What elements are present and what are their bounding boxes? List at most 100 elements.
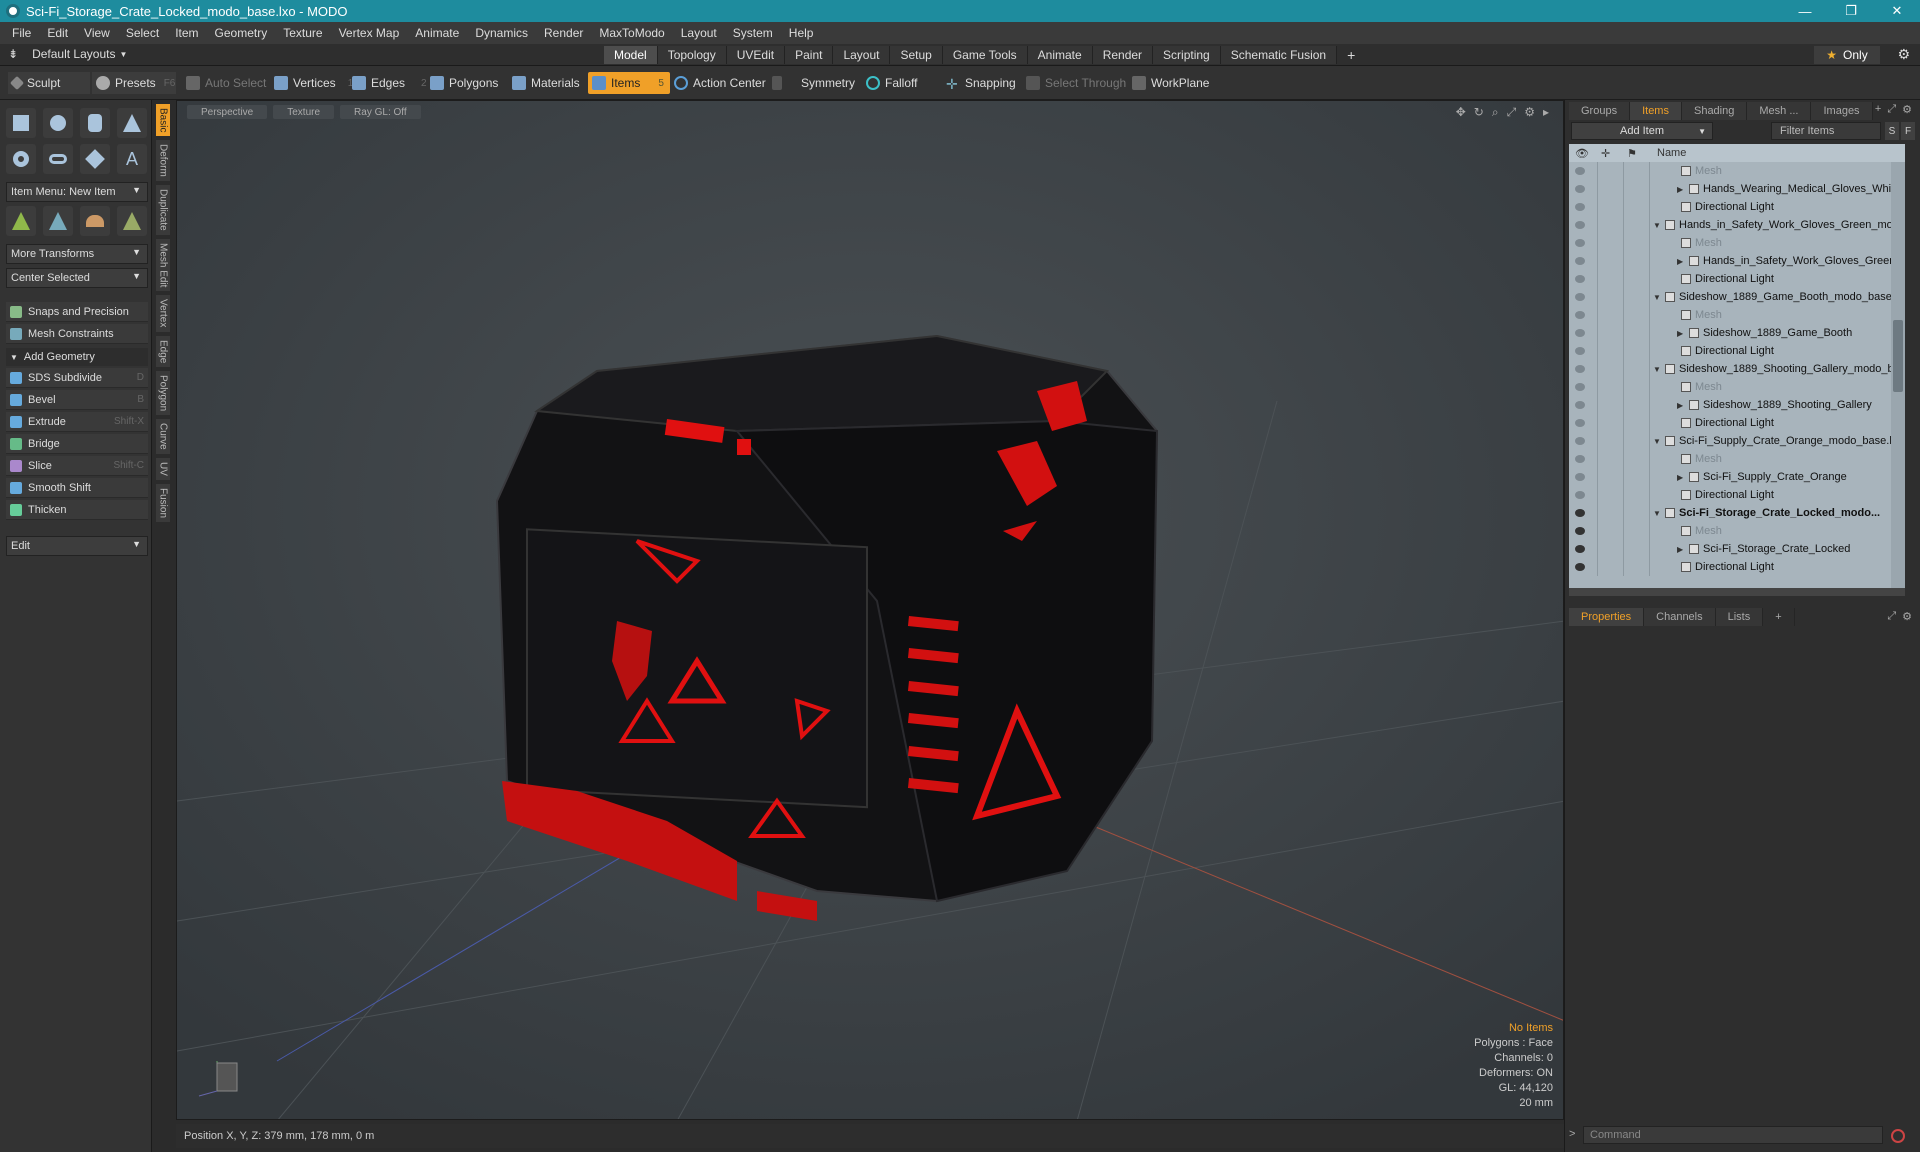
menu-maxtomodo[interactable]: MaxToModo (591, 26, 672, 40)
visibility-eye-icon[interactable] (1575, 527, 1585, 535)
visibility-eye-icon[interactable] (1575, 293, 1585, 301)
visibility-eye-icon[interactable] (1575, 401, 1585, 409)
polygons-button[interactable]: Polygons (430, 72, 498, 94)
tab-uvedit[interactable]: UVEdit (726, 46, 786, 64)
scrollbar-thumb[interactable] (1893, 320, 1903, 392)
list-item[interactable]: Mesh (1569, 522, 1905, 540)
list-item[interactable]: Directional Light (1569, 342, 1905, 360)
cylinder-icon[interactable] (80, 108, 110, 138)
expand-chevron-icon[interactable]: ▼ (1653, 509, 1661, 518)
visibility-column-icon[interactable]: 👁 (1575, 147, 1589, 160)
list-item[interactable]: ▼ Sideshow_1889_Shooting_Gallery_modo_b..… (1569, 360, 1905, 378)
gear-icon[interactable]: ⚙ (1902, 610, 1912, 623)
only-button[interactable]: ★ Only (1814, 46, 1880, 64)
auto-select-button[interactable]: Auto Select (186, 72, 266, 94)
vertices-button[interactable]: Vertices 1 (274, 72, 353, 94)
close-button[interactable]: ✕ (1874, 0, 1920, 22)
list-item[interactable]: Directional Light (1569, 486, 1905, 504)
item-list[interactable]: Mesh ▶ Hands_Wearing_Medical_Gloves_White D… (1569, 162, 1905, 588)
item-menu-dropdown[interactable]: Item Menu: New Item ▼ (6, 182, 148, 202)
tab-groups[interactable]: Groups (1569, 102, 1631, 120)
menu-view[interactable]: View (76, 26, 118, 40)
materials-button[interactable]: Materials (512, 72, 580, 94)
visibility-eye-icon[interactable] (1575, 203, 1585, 211)
vtab-edge[interactable]: Edge (156, 335, 170, 368)
expand-chevron-icon[interactable]: ▼ (1653, 365, 1661, 374)
visibility-eye-icon[interactable] (1575, 221, 1585, 229)
visibility-eye-icon[interactable] (1575, 275, 1585, 283)
list-item[interactable]: Directional Light (1569, 414, 1905, 432)
list-item[interactable]: Mesh (1569, 306, 1905, 324)
visibility-eye-icon[interactable] (1575, 239, 1585, 247)
list-item[interactable]: ▼ Hands_in_Safety_Work_Gloves_Green_mo... (1569, 216, 1905, 234)
sci-fi-crate-model[interactable] (495, 334, 1159, 921)
tab-paint[interactable]: Paint (785, 46, 834, 64)
tab-schematic-fusion[interactable]: Schematic Fusion (1220, 46, 1338, 64)
center-selected-dropdown[interactable]: Center Selected ▼ (6, 268, 148, 288)
sphere-icon[interactable] (43, 108, 73, 138)
visibility-eye-icon[interactable] (1575, 455, 1585, 463)
extrude-button[interactable]: Extrude Shift-X (6, 412, 148, 432)
falloff-button[interactable]: Falloff (866, 72, 917, 94)
tab-images[interactable]: Images (1811, 102, 1873, 120)
vtab-fusion[interactable]: Fusion (156, 483, 170, 522)
s-button[interactable]: S (1885, 122, 1899, 140)
item-list-hscroll[interactable] (1569, 588, 1905, 596)
cube-icon[interactable] (6, 108, 36, 138)
add-icon[interactable]: + (1875, 103, 1881, 116)
transform-icon[interactable] (117, 206, 147, 236)
visibility-eye-icon[interactable] (1575, 491, 1585, 499)
edges-button[interactable]: Edges 2 (352, 72, 427, 94)
action-center-button[interactable]: Action Center (674, 72, 766, 94)
torus-icon[interactable] (6, 144, 36, 174)
list-item[interactable]: ▶ Sci-Fi_Storage_Crate_Locked (1569, 540, 1905, 558)
expand-chevron-icon[interactable]: ▼ (1653, 437, 1661, 446)
add-tab-icon[interactable]: + (1763, 608, 1795, 626)
list-item[interactable]: Directional Light (1569, 558, 1905, 576)
menu-file[interactable]: File (4, 26, 39, 40)
gear-icon[interactable]: ⚙ (1897, 46, 1910, 63)
rotate-icon[interactable] (43, 206, 73, 236)
snapping-button[interactable]: ✛ Snapping (946, 72, 1016, 94)
maximize-button[interactable]: ❐ (1828, 0, 1874, 22)
item-list-scrollbar[interactable] (1891, 162, 1905, 588)
list-item[interactable]: Mesh (1569, 234, 1905, 252)
layout-toggle-icon[interactable]: ⇟ (8, 47, 18, 61)
menu-dynamics[interactable]: Dynamics (467, 26, 536, 40)
expand-icon[interactable]: ⤢ (1887, 610, 1896, 623)
tab-mesh[interactable]: Mesh ... (1747, 102, 1812, 120)
texture-tab[interactable]: Texture (273, 105, 335, 119)
expand-chevron-icon[interactable]: ▶ (1677, 545, 1683, 554)
3d-viewport[interactable]: Perspective Texture Ray GL: Off ✥ ↻ ⌕ ⤢ … (176, 100, 1564, 1120)
list-item[interactable]: Mesh (1569, 162, 1905, 180)
sculpt-button[interactable]: Sculpt (8, 72, 90, 94)
fit-icon[interactable]: ⤢ (1507, 105, 1517, 120)
snaps-precision-button[interactable]: Snaps and Precision (6, 302, 148, 322)
add-geometry-header[interactable]: ▼ Add Geometry (6, 348, 148, 366)
list-item[interactable]: Mesh (1569, 450, 1905, 468)
minimize-button[interactable]: — (1782, 0, 1828, 22)
menu-layout[interactable]: Layout (673, 26, 725, 40)
f-button[interactable]: F (1901, 122, 1915, 140)
visibility-eye-icon[interactable] (1575, 419, 1585, 427)
list-item[interactable]: ▼ Sci-Fi_Supply_Crate_Orange_modo_base.lx… (1569, 432, 1905, 450)
select-through-button[interactable]: Select Through (1026, 72, 1126, 94)
lock-column-icon[interactable]: ✛ (1601, 147, 1610, 160)
visibility-eye-icon[interactable] (1575, 311, 1585, 319)
list-item[interactable]: ▶ Sci-Fi_Supply_Crate_Orange (1569, 468, 1905, 486)
vtab-basic[interactable]: Basic (156, 104, 170, 137)
tab-render[interactable]: Render (1092, 46, 1154, 64)
workplane-button[interactable]: WorkPlane (1132, 72, 1209, 94)
move-icon[interactable] (6, 206, 36, 236)
menu-render[interactable]: Render (536, 26, 591, 40)
list-item[interactable]: Directional Light (1569, 270, 1905, 288)
command-input[interactable]: Command (1583, 1126, 1883, 1144)
tab-shading[interactable]: Shading (1681, 102, 1748, 120)
edit-dropdown[interactable]: Edit ▼ (6, 536, 148, 556)
expand-chevron-icon[interactable]: ▼ (1653, 221, 1661, 230)
vtab-polygon[interactable]: Polygon (156, 371, 170, 416)
expand-chevron-icon[interactable]: ▶ (1677, 401, 1683, 410)
visibility-eye-icon[interactable] (1575, 167, 1585, 175)
visibility-eye-icon[interactable] (1575, 185, 1585, 193)
cone-icon[interactable] (117, 108, 147, 138)
